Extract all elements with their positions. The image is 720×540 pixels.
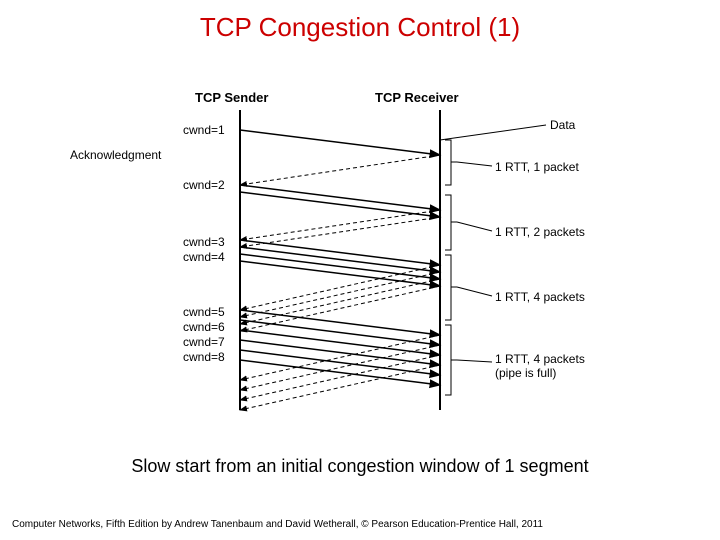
- cwnd-5: cwnd=5: [183, 305, 225, 319]
- rtt-3: 1 RTT, 4 packets: [495, 290, 585, 304]
- cwnd-8: cwnd=8: [183, 350, 225, 364]
- cwnd-6: cwnd=6: [183, 320, 225, 334]
- rtt-4: 1 RTT, 4 packets (pipe is full): [495, 352, 585, 380]
- cwnd-4: cwnd=4: [183, 250, 225, 264]
- data-label: Data: [550, 118, 575, 132]
- slow-start-diagram: TCP Sender TCP Receiver Acknowledgment D…: [80, 90, 640, 430]
- caption: Slow start from an initial congestion wi…: [0, 456, 720, 477]
- receiver-label: TCP Receiver: [375, 90, 459, 105]
- cwnd-2: cwnd=2: [183, 178, 225, 192]
- rtt-2: 1 RTT, 2 packets: [495, 225, 585, 239]
- cwnd-1: cwnd=1: [183, 123, 225, 137]
- ack-label: Acknowledgment: [70, 148, 161, 162]
- cwnd-7: cwnd=7: [183, 335, 225, 349]
- rtt-1: 1 RTT, 1 packet: [495, 160, 579, 174]
- sender-label: TCP Sender: [195, 90, 268, 105]
- page-title: TCP Congestion Control (1): [0, 12, 720, 43]
- cwnd-3: cwnd=3: [183, 235, 225, 249]
- footer-citation: Computer Networks, Fifth Edition by Andr…: [12, 519, 708, 530]
